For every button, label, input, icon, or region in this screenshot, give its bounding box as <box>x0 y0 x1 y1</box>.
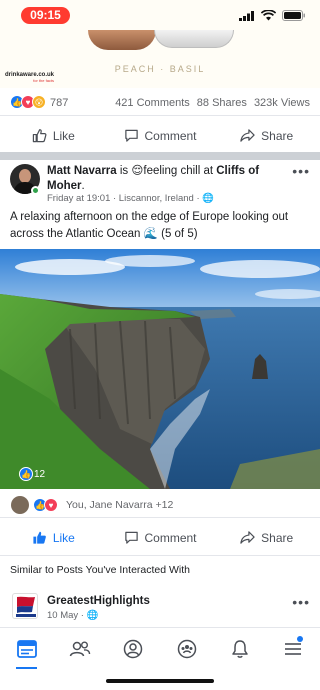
reacted-by-text: You, Jane Navarra +12 <box>66 499 174 511</box>
comment-label: Comment <box>144 530 197 545</box>
share-arrow-icon <box>240 129 255 142</box>
comments-count[interactable]: 421 Comments <box>115 97 190 109</box>
share-label: Share <box>261 128 294 143</box>
page-name[interactable]: GreatestHighlights <box>47 595 150 607</box>
feeling-emoji-icon: 😌 <box>131 165 144 177</box>
home-indicator[interactable] <box>106 679 214 683</box>
wifi-icon <box>261 10 276 21</box>
tab-notifications[interactable] <box>213 628 266 669</box>
similar-heading: Similar to Posts You've Interacted With <box>10 564 191 576</box>
prev-post-reactions: 👍 ♥ 😮 787 421 Comments 88 Shares 323k Vi… <box>0 92 320 114</box>
author-name[interactable]: Matt Navarra <box>47 165 117 177</box>
wow-reaction-icon: 😮 <box>32 95 46 109</box>
feed-separator <box>0 152 320 160</box>
photo-like-icon: 👍 <box>19 467 33 481</box>
viewer-avatar <box>11 496 29 514</box>
post-more-options-icon[interactable]: ••• <box>292 163 310 179</box>
prev-post-action-bar: Like Comment Share <box>0 115 320 155</box>
page-post-date[interactable]: 10 May · <box>47 610 87 621</box>
online-status-dot <box>31 186 40 195</box>
ad-logo: drinkaware.co.uk for the facts <box>5 72 54 83</box>
share-label: Share <box>261 530 294 545</box>
reaction-icons[interactable]: 👍 ♥ 😮 <box>10 95 46 109</box>
thumbs-up-filled-icon <box>33 531 46 544</box>
battery-icon <box>282 10 305 21</box>
status-time[interactable]: 09:15 <box>21 7 70 24</box>
post-timestamp[interactable]: Friday at 19:01 · Liscannor, Ireland · <box>47 193 202 204</box>
friends-icon <box>69 641 91 656</box>
bottom-tab-bar <box>0 627 320 669</box>
post-action-bar: Like Comment Share <box>0 517 320 557</box>
post-meta: Friday at 19:01 · Liscannor, Ireland · 🌐 <box>47 193 214 204</box>
post-photo-cliffs[interactable] <box>0 249 320 489</box>
tab-friends[interactable] <box>53 628 106 669</box>
signal-icon <box>239 10 254 21</box>
love-reaction-icon: ♥ <box>44 498 58 512</box>
tab-news-feed[interactable] <box>0 628 53 669</box>
post-header: Matt Navarra is 😌feeling chill at Cliffs… <box>47 164 287 194</box>
feeling-text: feeling chill at <box>143 165 217 177</box>
comment-button[interactable]: Comment <box>107 116 214 155</box>
like-label: Like <box>52 128 75 143</box>
section-divider <box>0 555 320 556</box>
menu-hamburger-icon <box>285 642 302 655</box>
greatesthighlights-logo[interactable] <box>12 593 38 619</box>
ad-logo-tagline: for the facts <box>33 78 55 83</box>
reaction-count[interactable]: 787 <box>50 97 68 109</box>
share-button[interactable]: Share <box>213 518 320 557</box>
comment-icon <box>124 129 138 142</box>
shares-count[interactable]: 88 Shares <box>197 97 247 109</box>
like-button[interactable]: Like <box>0 116 107 155</box>
share-arrow-icon <box>240 531 255 544</box>
globe-icon: 🌐 <box>86 610 99 621</box>
cliffs-photo-illustration <box>0 249 320 489</box>
comment-icon <box>124 531 138 544</box>
photo-like-count: 12 <box>34 468 46 480</box>
globe-icon: 🌐 <box>202 193 215 204</box>
menu-notification-dot <box>296 636 303 642</box>
views-count: 323k Views <box>253 97 310 109</box>
place-suffix: . <box>81 180 85 192</box>
like-button[interactable]: Like <box>0 518 107 557</box>
like-label: Like <box>52 530 75 545</box>
tab-groups[interactable] <box>160 628 213 669</box>
photo-reactions[interactable]: 👍 12 <box>19 467 45 481</box>
similar-more-options-icon[interactable]: ••• <box>292 594 310 610</box>
tab-profile[interactable] <box>107 628 160 669</box>
comment-label: Comment <box>144 128 197 143</box>
page-post-meta: 10 May · 🌐 <box>47 610 98 621</box>
news-feed-icon <box>16 639 37 658</box>
reacted-by-row[interactable]: 👍 ♥ You, Jane Navarra +12 <box>0 493 320 517</box>
groups-icon <box>177 639 196 658</box>
thumbs-up-icon <box>32 129 47 143</box>
share-button[interactable]: Share <box>213 116 320 155</box>
tab-menu[interactable] <box>267 628 320 669</box>
is-text: is <box>116 165 132 177</box>
comment-button[interactable]: Comment <box>107 518 214 557</box>
profile-icon <box>124 639 143 658</box>
bell-icon <box>232 639 248 658</box>
post-body: A relaxing afternoon on the edge of Euro… <box>10 211 289 240</box>
status-bar: 09:15 <box>0 0 320 34</box>
